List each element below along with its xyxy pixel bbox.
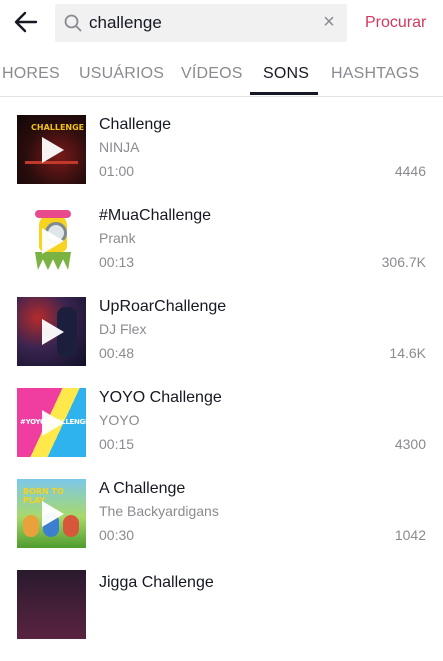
- back-arrow-icon[interactable]: [12, 8, 40, 36]
- play-icon: [42, 228, 64, 254]
- sound-video-count: 14.6K: [389, 345, 426, 361]
- sound-video-count: 1042: [394, 527, 426, 543]
- sound-cover[interactable]: [17, 206, 86, 275]
- sound-list-item[interactable]: Jigga Challenge: [0, 570, 443, 661]
- sound-artist: NINJA: [99, 139, 140, 155]
- sound-video-count: 306.7K: [381, 254, 426, 270]
- sound-duration: 00:13: [99, 254, 135, 270]
- sound-cover[interactable]: CHALLENGE: [17, 115, 86, 184]
- tab-videos[interactable]: VÍDEOS: [181, 64, 243, 84]
- sound-duration: 00:30: [99, 527, 135, 543]
- sound-title: A Challenge: [99, 480, 186, 497]
- sound-list-item[interactable]: UpRoarChallenge DJ Flex 00:48 14.6K: [0, 297, 443, 388]
- search-input[interactable]: challenge: [89, 13, 162, 33]
- play-icon: [42, 319, 64, 345]
- sound-cover[interactable]: BORN TO PLAY: [17, 479, 86, 548]
- sound-cover[interactable]: [17, 570, 86, 639]
- tab-top[interactable]: HORES: [2, 64, 60, 84]
- sound-title: Challenge: [99, 116, 172, 133]
- top-bar: challenge × Procurar: [0, 0, 443, 46]
- sound-artist: YOYO: [99, 412, 140, 428]
- clear-icon[interactable]: ×: [321, 12, 337, 32]
- search-icon: [64, 14, 82, 32]
- sound-duration: 00:48: [99, 345, 135, 361]
- sound-video-count: 4300: [394, 436, 426, 452]
- sound-duration: 01:00: [99, 163, 135, 179]
- sound-cover[interactable]: [17, 297, 86, 366]
- play-icon: [42, 137, 64, 163]
- sound-list-item[interactable]: BORN TO PLAY A Challenge The Backyardiga…: [0, 479, 443, 570]
- play-icon: [42, 410, 64, 436]
- active-tab-indicator: [250, 92, 318, 95]
- sound-cover[interactable]: #YOYOCHALLENGE: [17, 388, 86, 457]
- cover-text: CHALLENGE: [31, 123, 85, 132]
- tab-sounds[interactable]: SONS: [263, 64, 309, 84]
- sound-title: UpRoarChallenge: [99, 298, 227, 315]
- sound-list-item[interactable]: #YOYOCHALLENGE YOYO Challenge YOYO 00:15…: [0, 388, 443, 479]
- sound-title: YOYO Challenge: [99, 389, 222, 406]
- sound-list-item[interactable]: #MuaChallenge Prank 00:13 306.7K: [0, 206, 443, 297]
- category-tabs: HORES USUÁRIOS VÍDEOS SONS HASHTAGS: [0, 46, 443, 97]
- sound-artist: The Backyardigans: [99, 503, 219, 519]
- sound-duration: 00:15: [99, 436, 135, 452]
- sound-title: #MuaChallenge: [99, 207, 212, 224]
- sound-video-count: 4446: [394, 163, 426, 179]
- play-icon: [42, 501, 64, 527]
- sound-artist: DJ Flex: [99, 321, 147, 337]
- sound-title: Jigga Challenge: [99, 574, 214, 591]
- sound-list-item[interactable]: CHALLENGE Challenge NINJA 01:00 4446: [0, 115, 443, 206]
- tab-users[interactable]: USUÁRIOS: [79, 64, 164, 84]
- search-submit-button[interactable]: Procurar: [365, 13, 426, 33]
- search-bar[interactable]: challenge ×: [55, 4, 347, 42]
- tab-hashtags[interactable]: HASHTAGS: [331, 64, 419, 84]
- sound-artist: Prank: [99, 230, 136, 246]
